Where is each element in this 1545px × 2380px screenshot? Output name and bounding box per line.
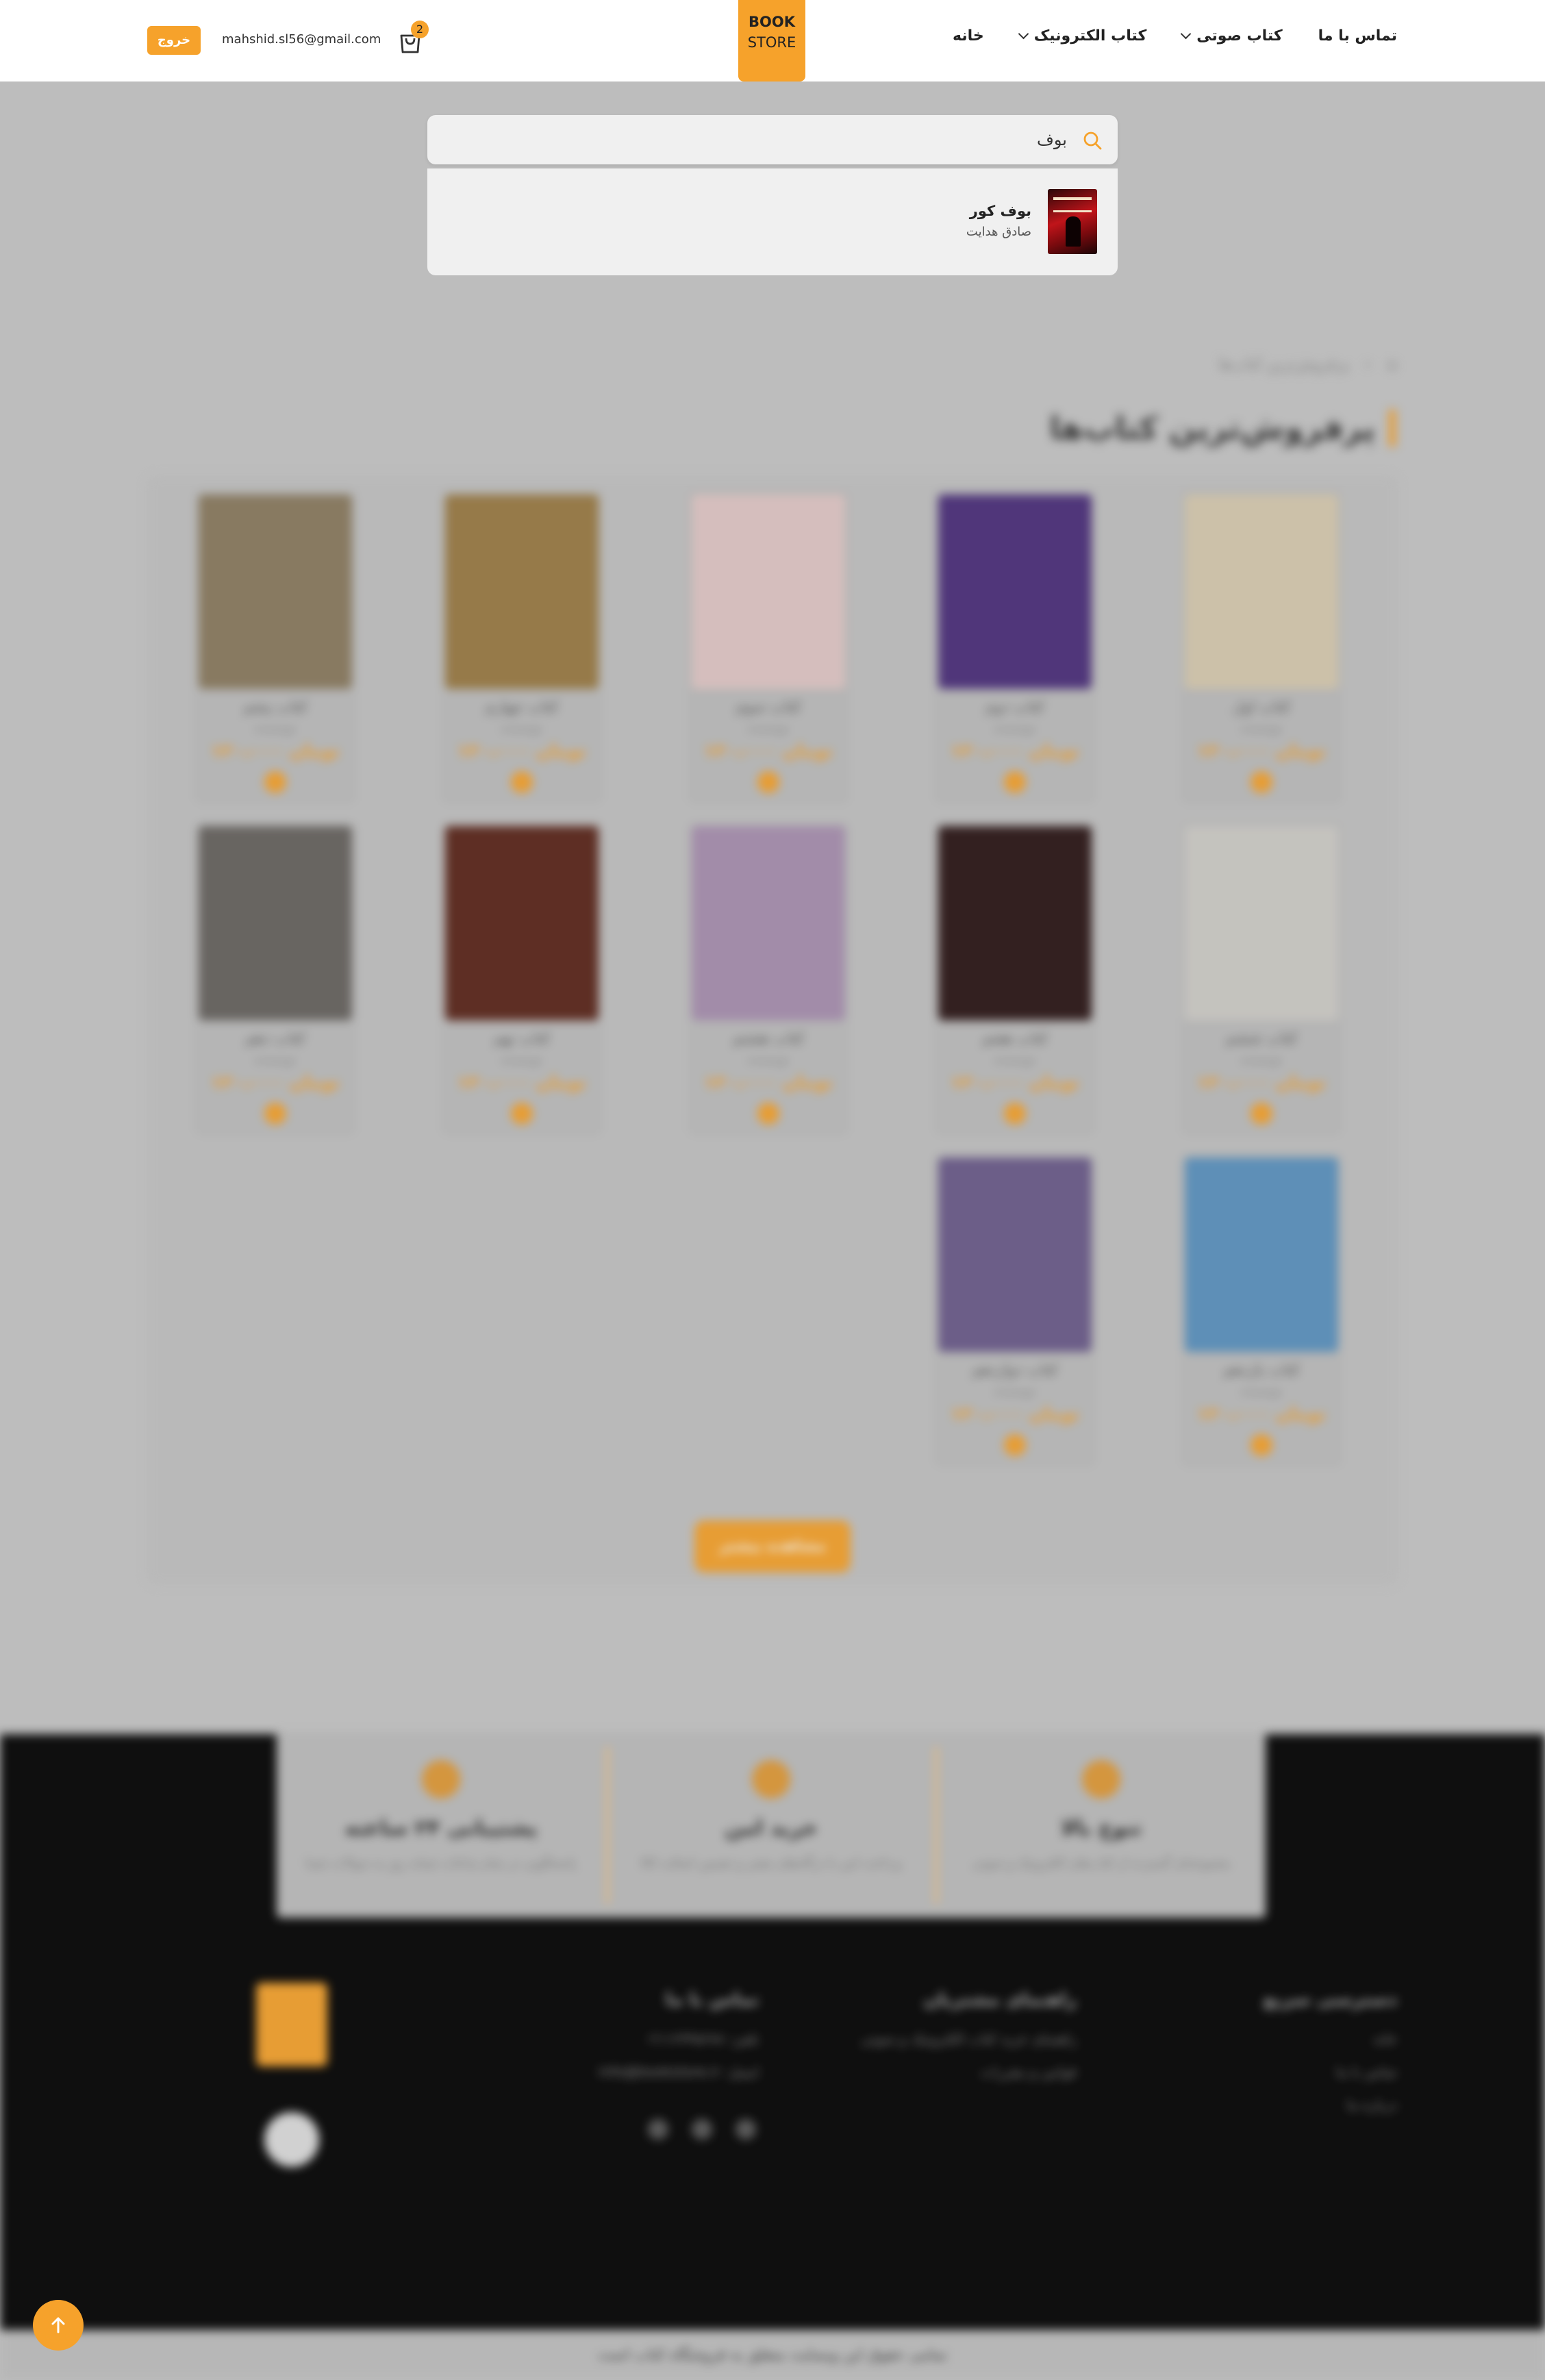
nav-audiobooks[interactable]: کتاب صوتی <box>1180 27 1283 45</box>
main-nav: خانه کتاب الکترونیک کتاب صوتی تماس با ما <box>953 27 1397 45</box>
modal-overlay[interactable] <box>0 82 1545 2380</box>
result-author: صادق هدایت <box>966 225 1031 239</box>
nav-ebooks[interactable]: کتاب الکترونیک <box>1018 27 1147 45</box>
search-results: بوف کور صادق هدایت <box>427 168 1118 275</box>
site-logo[interactable]: BOOK STORE <box>738 0 805 82</box>
logout-button[interactable]: خروج <box>147 26 201 55</box>
scroll-to-top-button[interactable] <box>33 2300 84 2351</box>
nav-contact[interactable]: تماس با ما <box>1318 27 1397 45</box>
site-header: خانه کتاب الکترونیک کتاب صوتی تماس با ما… <box>0 0 1545 82</box>
logo-line-2: STORE <box>747 34 796 51</box>
nav-ebooks-label: کتاب الکترونیک <box>1033 27 1147 45</box>
search-input[interactable] <box>492 125 1067 155</box>
nav-home[interactable]: خانه <box>953 27 984 45</box>
logo-line-1: BOOK <box>749 14 795 30</box>
result-book-cover <box>1048 189 1097 254</box>
nav-contact-label: تماس با ما <box>1318 27 1397 45</box>
result-title: بوف کور <box>969 203 1031 219</box>
cart-count-badge: 2 <box>411 21 429 38</box>
search-box <box>427 115 1118 164</box>
chevron-down-icon <box>1018 28 1029 40</box>
chevron-down-icon <box>1180 28 1192 40</box>
user-email: mahshid.sl56@gmail.com <box>222 32 381 47</box>
arrow-up-icon <box>51 2317 65 2333</box>
search-icon[interactable] <box>1082 130 1103 151</box>
nav-home-label: خانه <box>953 27 984 45</box>
nav-audiobooks-label: کتاب صوتی <box>1196 27 1283 45</box>
